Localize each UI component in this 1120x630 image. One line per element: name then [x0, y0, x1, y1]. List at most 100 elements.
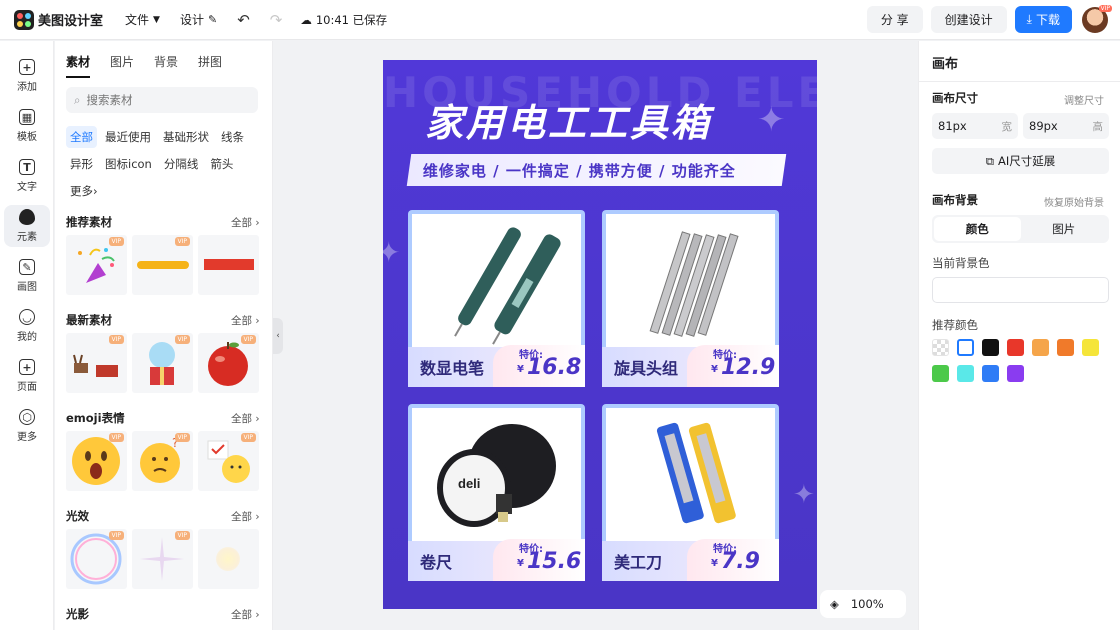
product-card[interactable]: 旋具头组 特价: ¥ 12.9 — [602, 210, 779, 387]
current-bg-label: 当前背景色 — [932, 256, 990, 270]
chip-recent[interactable]: 最近使用 — [101, 126, 155, 148]
create-design-button[interactable]: 创建设计 — [930, 6, 1007, 33]
chevron-left-icon: ‹ — [276, 331, 280, 341]
chip-more-label: 更多 — [70, 184, 93, 198]
tab-backgrounds[interactable]: 背景 — [154, 53, 178, 78]
nav-text[interactable]: T 文字 — [4, 155, 50, 197]
thinking-emoji[interactable]: ? VIP — [132, 431, 193, 491]
app-logo[interactable]: 美图设计室 — [14, 9, 103, 30]
chip-all[interactable]: 全部 — [66, 126, 97, 148]
search-input[interactable] — [86, 93, 247, 107]
swatch-white[interactable] — [957, 339, 974, 356]
chip-icons[interactable]: 图标icon — [101, 153, 156, 175]
reindeer-sleigh-sticker[interactable]: VIP — [66, 333, 127, 393]
product-card[interactable]: deli 卷尺 特价: ¥ 15.6 — [408, 404, 585, 581]
file-menu[interactable]: 文件 ▼ — [125, 11, 160, 28]
share-button[interactable]: 分 享 — [866, 6, 923, 33]
yellow-brush-sticker[interactable]: VIP — [132, 235, 193, 295]
nav-more-label: 更多 — [17, 432, 37, 443]
nav-template[interactable]: ▦ 模板 — [4, 105, 50, 147]
shocked-emoji[interactable]: VIP — [66, 431, 127, 491]
nav-draw[interactable]: ✎ 画图 — [4, 255, 50, 297]
left-nav: + 添加 ▦ 模板 T 文字 元素 ✎ 画图 ◡ 我的 + 页面 ⬡ 更多 — [0, 41, 54, 630]
poster-title[interactable]: 家用电工工具箱 — [425, 92, 712, 147]
current-bg-swatch[interactable] — [932, 277, 1109, 303]
height-field[interactable]: 89px 高 — [1023, 113, 1109, 139]
search-box[interactable]: ⌕ — [66, 87, 258, 113]
swatch-green[interactable] — [932, 365, 949, 382]
red-bar-sticker[interactable] — [198, 235, 259, 295]
chip-lines[interactable]: 线条 — [217, 126, 248, 148]
resize-link[interactable]: 调整尺寸 — [1064, 92, 1104, 107]
snow-globe-gift-sticker[interactable]: VIP — [132, 333, 193, 393]
bg-type-toggle: 颜色 图片 — [932, 215, 1109, 243]
sparkle-effect[interactable]: VIP — [132, 529, 193, 589]
width-field[interactable]: 81px 宽 — [932, 113, 1018, 139]
chick-emoji[interactable]: VIP — [198, 431, 259, 491]
swatch-blue[interactable] — [982, 365, 999, 382]
category-chips: 全部 最近使用 基础形状 线条 异形 图标icon 分隔线 箭头 更多 › — [66, 126, 271, 202]
section-shadow-all[interactable]: 全部 › — [231, 607, 260, 622]
chip-shapes[interactable]: 基础形状 — [159, 126, 213, 148]
nav-more[interactable]: ⬡ 更多 — [4, 405, 50, 447]
collapse-panel-button[interactable]: ‹ — [273, 318, 283, 354]
design-menu[interactable]: 设计 ✎ — [180, 11, 217, 28]
chip-arrows[interactable]: 箭头 — [206, 153, 237, 175]
section-recommended-all[interactable]: 全部 › — [231, 215, 260, 230]
bg-type-color[interactable]: 颜色 — [934, 217, 1021, 241]
chip-irregular[interactable]: 异形 — [66, 153, 97, 175]
ai-extend-button[interactable]: ⧉ AI尺寸延展 — [932, 148, 1109, 174]
nav-page-label: 页面 — [17, 382, 37, 393]
product-card[interactable]: 美工刀 特价: ¥ 7.9 — [602, 404, 779, 581]
currency-symbol: ¥ — [711, 364, 718, 375]
layers-icon[interactable]: ◈ — [830, 597, 839, 611]
bg-type-image[interactable]: 图片 — [1021, 217, 1108, 241]
poster-subtitle-band[interactable]: 维修家电 / 一件搞定 / 携带方便 / 功能齐全 — [406, 154, 787, 186]
nav-element[interactable]: 元素 — [4, 205, 50, 247]
text-icon: T — [19, 159, 35, 175]
section-latest-all[interactable]: 全部 › — [231, 313, 260, 328]
undo-icon[interactable]: ↶ — [237, 11, 250, 29]
swatch-black[interactable] — [982, 339, 999, 356]
section-shadow-title: 光影 — [66, 607, 89, 621]
chip-more[interactable]: 更多 › — [66, 180, 102, 202]
swatch-purple[interactable] — [1007, 365, 1024, 382]
apple-sticker[interactable]: VIP — [198, 333, 259, 393]
bubble-effect[interactable]: VIP — [66, 529, 127, 589]
tab-collage[interactable]: 拼图 — [198, 53, 222, 78]
height-value: 89px — [1029, 119, 1058, 133]
nav-add-label: 添加 — [17, 82, 37, 93]
swatch-yellow[interactable] — [1082, 339, 1099, 356]
cloud-icon: ☁ — [300, 12, 312, 27]
section-light-all[interactable]: 全部 › — [231, 509, 260, 524]
vip-badge: VIP — [108, 335, 124, 344]
star-icon: ✦ — [383, 236, 401, 269]
glow-effect[interactable] — [198, 529, 259, 589]
swatch-red[interactable] — [1007, 339, 1024, 356]
redo-icon[interactable]: ↷ — [270, 11, 283, 29]
section-emoji-all[interactable]: 全部 › — [231, 411, 260, 426]
design-canvas[interactable]: HOUSEHOLD ELE ✦ ✦ ✦ 家用电工工具箱 维修家电 / 一件搞定 … — [383, 60, 817, 609]
vip-badge: VIP — [108, 531, 124, 540]
avatar[interactable]: VIP — [1082, 4, 1112, 33]
download-button[interactable]: ⤓ 下载 — [1014, 6, 1072, 33]
reset-bg-link[interactable]: 恢复原始背景 — [1044, 194, 1104, 209]
nav-page[interactable]: + 页面 — [4, 355, 50, 397]
product-card[interactable]: 数显电笔 特价: ¥ 16.8 — [408, 210, 585, 387]
swatch-orange[interactable] — [1057, 339, 1074, 356]
swatch-light-orange[interactable] — [1032, 339, 1049, 356]
tab-images[interactable]: 图片 — [110, 53, 134, 78]
party-popper-sticker[interactable]: VIP — [66, 235, 127, 295]
swatch-transparent[interactable] — [932, 339, 949, 356]
chip-dividers[interactable]: 分隔线 — [160, 153, 203, 175]
nav-add[interactable]: + 添加 — [4, 55, 50, 97]
price-tag: 特价: ¥ 15.6 — [493, 539, 585, 581]
tab-materials[interactable]: 素材 — [66, 53, 91, 78]
swatch-cyan[interactable] — [957, 365, 974, 382]
section-latest-all-label: 全部 — [231, 315, 252, 327]
product-name: 数显电笔 — [420, 359, 485, 378]
zoom-control[interactable]: ◈ 100% — [820, 590, 906, 618]
nav-mine[interactable]: ◡ 我的 — [4, 305, 50, 347]
section-light-all-label: 全部 — [231, 511, 252, 523]
zoom-level[interactable]: 100% — [851, 597, 884, 611]
